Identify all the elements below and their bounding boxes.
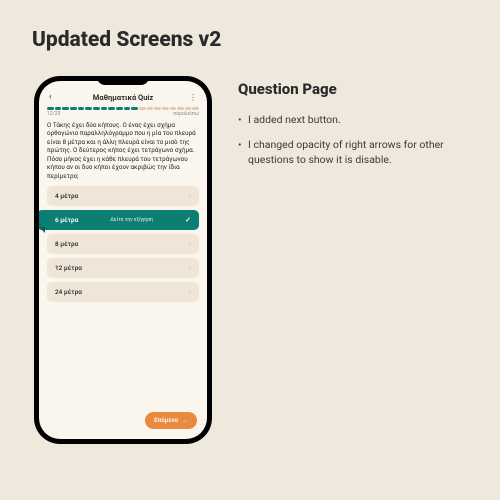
option-4[interactable]: 12 μέτρα › bbox=[47, 258, 199, 278]
note-item: I added next button. bbox=[238, 112, 480, 127]
phone-notch bbox=[97, 76, 149, 85]
option-label: 6 μέτρα bbox=[55, 216, 78, 224]
next-label: Επόμενο bbox=[154, 417, 178, 424]
chevron-right-icon: › bbox=[189, 192, 191, 200]
quiz-meta: 12/20 παραλείπω bbox=[47, 111, 199, 117]
options-list: 4 μέτρα › 6 μέτρα Δείτε την εξήγηση ✓ 8 … bbox=[47, 186, 199, 302]
option-label: 12 μέτρα bbox=[55, 264, 82, 272]
option-label: 4 μέτρα bbox=[55, 192, 78, 200]
phone-frame: ‹ Μαθηματικά Quiz ⋮ 12/20 παραλείπω Ο Τά… bbox=[34, 76, 212, 444]
option-label: 24 μέτρα bbox=[55, 288, 82, 296]
option-1[interactable]: 4 μέτρα › bbox=[47, 186, 199, 206]
next-button[interactable]: Επόμενο → bbox=[145, 412, 197, 429]
chevron-right-icon: › bbox=[189, 240, 191, 248]
question-text: Ο Τάκης έχει δύο κήπους. Ο ένας έχει σχή… bbox=[47, 121, 199, 181]
check-icon: ✓ bbox=[185, 216, 191, 224]
option-label: 8 μέτρα bbox=[55, 240, 78, 248]
see-explanation[interactable]: Δείτε την εξήγηση bbox=[110, 217, 153, 223]
progress-bar bbox=[47, 107, 199, 110]
question-counter: 12/20 bbox=[47, 111, 60, 117]
arrow-right-icon: → bbox=[182, 417, 188, 424]
notes-list: I added next button. I changed opacity o… bbox=[238, 112, 480, 168]
option-5[interactable]: 24 μέτρα › bbox=[47, 282, 199, 302]
chevron-right-icon: › bbox=[189, 264, 191, 272]
phone-screen: ‹ Μαθηματικά Quiz ⋮ 12/20 παραλείπω Ο Τά… bbox=[39, 81, 207, 439]
back-icon[interactable]: ‹ bbox=[49, 93, 59, 102]
note-item: I changed opacity of right arrows for ot… bbox=[238, 137, 480, 167]
notes-heading: Question Page bbox=[238, 80, 480, 98]
quiz-header: ‹ Μαθηματικά Quiz ⋮ bbox=[47, 91, 199, 105]
more-icon[interactable]: ⋮ bbox=[187, 94, 197, 102]
skip-link[interactable]: παραλείπω bbox=[173, 111, 199, 117]
quiz-title: Μαθηματικά Quiz bbox=[59, 93, 187, 102]
notes-panel: Question Page I added next button. I cha… bbox=[238, 76, 480, 444]
chevron-right-icon: › bbox=[189, 288, 191, 296]
page-title: Updated Screens v2 bbox=[0, 0, 500, 52]
option-3[interactable]: 8 μέτρα › bbox=[47, 234, 199, 254]
content-row: ‹ Μαθηματικά Quiz ⋮ 12/20 παραλείπω Ο Τά… bbox=[0, 52, 500, 444]
option-2-selected[interactable]: 6 μέτρα Δείτε την εξήγηση ✓ bbox=[39, 210, 199, 230]
